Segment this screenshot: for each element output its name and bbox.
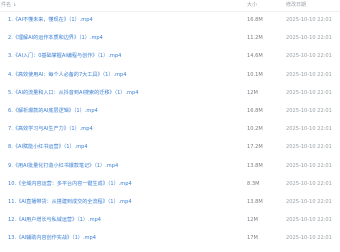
file-date: 2025-10-10 22:01 bbox=[286, 17, 332, 23]
file-rows: 1.《AI不懂未来，懂现在》（1）.mp4 16.8M 2025-10-10 2… bbox=[0, 13, 340, 249]
file-date: 2025-10-10 22:01 bbox=[286, 180, 332, 187]
file-name-link[interactable]: 13.《AI辅助内容创作实战》（1）.mp4 bbox=[8, 235, 96, 242]
file-size: 12M bbox=[247, 217, 258, 224]
file-date: 2025-10-10 22:01 bbox=[286, 144, 332, 151]
file-row[interactable]: 7.《高效学习与AI生产力》（1）.mp4 10.2M 2025-10-10 2… bbox=[0, 122, 340, 140]
file-date: 2025-10-10 22:01 bbox=[286, 35, 332, 42]
file-name-link[interactable]: 9.《用AI批量化打造小红书爆款笔记》（1）.mp4 bbox=[8, 163, 118, 170]
file-size: 14.6M bbox=[247, 53, 263, 60]
file-size: 16.8M bbox=[247, 107, 263, 114]
column-header-name[interactable]: 件名 ↓ bbox=[1, 0, 17, 11]
file-date: 2025-10-10 22:01 bbox=[286, 89, 332, 96]
file-row[interactable]: 6.《解析爆款的AI底层逻辑》（1）.mp4 16.8M 2025-10-10 … bbox=[0, 104, 340, 122]
column-header: 件名 ↓ 大小 修改日期 bbox=[0, 0, 340, 12]
file-list: 件名 ↓ 大小 修改日期 1.《AI不懂未来，懂现在》（1）.mp4 16.8M… bbox=[0, 0, 340, 252]
file-row[interactable]: 5.《AI的流量和入口：从抖音到AI搜索的迁移》（1）.mp4 12M 2025… bbox=[0, 86, 340, 104]
file-date: 2025-10-10 22:01 bbox=[286, 71, 332, 78]
file-name-link[interactable]: 8.《AI赋能小红书运营》（1）.mp4 bbox=[8, 144, 88, 151]
file-size: 10.2M bbox=[247, 126, 263, 133]
file-name-link[interactable]: 5.《AI的流量和入口：从抖音到AI搜索的迁移》（1）.mp4 bbox=[8, 90, 138, 97]
file-date: 2025-10-10 22:01 bbox=[286, 53, 332, 60]
file-size: 8.3M bbox=[247, 180, 260, 187]
file-date: 2025-10-10 22:01 bbox=[286, 126, 332, 133]
file-size: 13.8M bbox=[247, 162, 263, 169]
file-name-link[interactable]: 2.《理解AI的运作本质和边界》（1）.mp4 bbox=[8, 35, 103, 42]
file-name-link[interactable]: 1.《AI不懂未来，懂现在》（1）.mp4 bbox=[8, 17, 93, 24]
file-name-link[interactable]: 10.《全域内容运营：多平台内容一键生成》（1）.mp4 bbox=[8, 181, 132, 188]
file-name-link[interactable]: 11.《AI直播带货：从搭建到成交的全流程》（1）.mp4 bbox=[8, 199, 132, 206]
file-date: 2025-10-10 22:01 bbox=[286, 162, 332, 169]
file-name-link[interactable]: 6.《解析爆款的AI底层逻辑》（1）.mp4 bbox=[8, 108, 98, 115]
file-row[interactable]: 2.《理解AI的运作本质和边界》（1）.mp4 11.2M 2025-10-10… bbox=[0, 31, 340, 49]
file-date: 2025-10-10 22:01 bbox=[286, 217, 332, 224]
file-row[interactable]: 1.《AI不懂未来，懂现在》（1）.mp4 16.8M 2025-10-10 2… bbox=[0, 13, 340, 31]
column-header-date[interactable]: 修改日期 bbox=[286, 0, 306, 11]
file-row[interactable]: 10.《全域内容运营：多平台内容一键生成》（1）.mp4 8.3M 2025-1… bbox=[0, 177, 340, 195]
file-size: 13.8M bbox=[247, 198, 263, 205]
file-row[interactable]: 4.《高效使用AI：每个人必备的7大工具》（1）.mp4 10.1M 2025-… bbox=[0, 68, 340, 86]
file-name-link[interactable]: 12.《AI用户增长与私域运营》（1）.mp4 bbox=[8, 217, 101, 224]
file-name-link[interactable]: 4.《高效使用AI：每个人必备的7大工具》（1）.mp4 bbox=[8, 72, 127, 79]
file-row[interactable]: 12.《AI用户增长与私域运营》（1）.mp4 12M 2025-10-10 2… bbox=[0, 213, 340, 231]
file-size: 17M bbox=[247, 235, 258, 242]
file-size: 11.2M bbox=[247, 35, 263, 42]
file-name-link[interactable]: 3.《AI入门：0基础掌握AI编程与创作》（1）.mp4 bbox=[8, 53, 121, 60]
file-name-link[interactable]: 7.《高效学习与AI生产力》（1）.mp4 bbox=[8, 126, 93, 133]
file-row[interactable]: 11.《AI直播带货：从搭建到成交的全流程》（1）.mp4 13.8M 2025… bbox=[0, 195, 340, 213]
file-size: 16.8M bbox=[247, 17, 263, 23]
file-date: 2025-10-10 22:01 bbox=[286, 107, 332, 114]
file-date: 2025-10-10 22:01 bbox=[286, 235, 332, 242]
column-header-size[interactable]: 大小 bbox=[247, 0, 257, 11]
file-row[interactable]: 13.《AI辅助内容创作实战》（1）.mp4 17M 2025-10-10 22… bbox=[0, 231, 340, 249]
file-date: 2025-10-10 22:01 bbox=[286, 198, 332, 205]
file-row[interactable]: 9.《用AI批量化打造小红书爆款笔记》（1）.mp4 13.8M 2025-10… bbox=[0, 159, 340, 177]
file-size: 12M bbox=[247, 89, 258, 96]
file-size: 10.1M bbox=[247, 71, 263, 78]
file-size: 17.2M bbox=[247, 144, 263, 151]
file-row[interactable]: 8.《AI赋能小红书运营》（1）.mp4 17.2M 2025-10-10 22… bbox=[0, 140, 340, 158]
file-row[interactable]: 3.《AI入门：0基础掌握AI编程与创作》（1）.mp4 14.6M 2025-… bbox=[0, 49, 340, 67]
